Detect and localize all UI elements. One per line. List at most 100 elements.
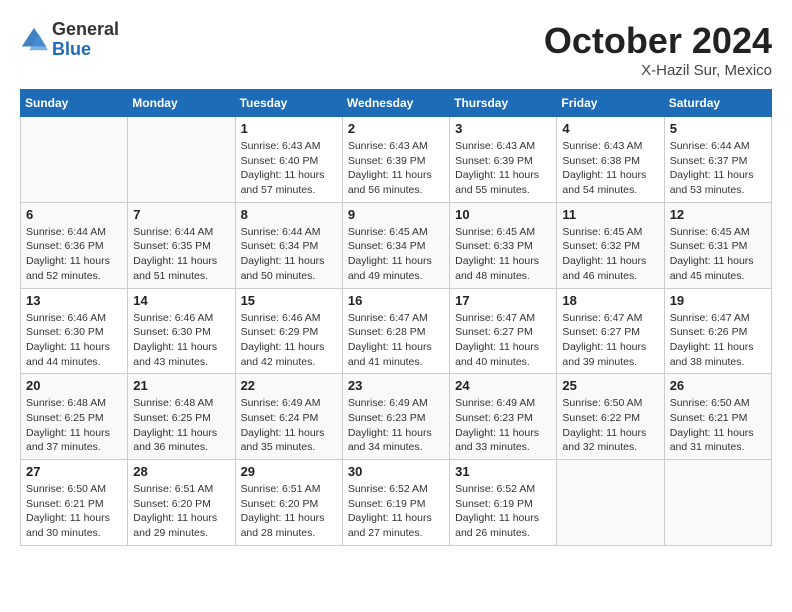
calendar-cell: 3Sunrise: 6:43 AMSunset: 6:39 PMDaylight…: [450, 117, 557, 203]
week-row-2: 6 Sunrise: 6:44 AMSunset: 6:36 PMDaylight…: [21, 202, 772, 288]
cell-content: Sunrise: 6:44 AMSunset: 6:36 PMDaylight:…: [26, 225, 122, 284]
title-block: October 2024 X-Hazil Sur, Mexico: [544, 20, 772, 79]
calendar-cell: 8 Sunrise: 6:44 AMSunset: 6:34 PMDaylight…: [235, 202, 342, 288]
calendar-cell: 28Sunrise: 6:51 AMSunset: 6:20 PMDayligh…: [128, 460, 235, 546]
cell-content: Sunrise: 6:44 AMSunset: 6:34 PMDaylight:…: [241, 225, 337, 284]
day-number: 3: [455, 121, 551, 136]
cell-content: Sunrise: 6:49 AMSunset: 6:23 PMDaylight:…: [348, 396, 444, 455]
day-number: 11: [562, 207, 658, 222]
cell-content: Sunrise: 6:48 AMSunset: 6:25 PMDaylight:…: [26, 396, 122, 455]
cell-content: Sunrise: 6:52 AMSunset: 6:19 PMDaylight:…: [455, 482, 551, 541]
cell-content: Sunrise: 6:45 AMSunset: 6:31 PMDaylight:…: [670, 225, 766, 284]
cell-content: Sunrise: 6:43 AMSunset: 6:39 PMDaylight:…: [348, 139, 444, 198]
day-number: 7: [133, 207, 229, 222]
day-number: 9: [348, 207, 444, 222]
day-number: 2: [348, 121, 444, 136]
day-number: 17: [455, 293, 551, 308]
calendar-cell: 30 Sunrise: 6:52 AMSunset: 6:19 PMDayligh…: [342, 460, 449, 546]
calendar-cell: 15Sunrise: 6:46 AMSunset: 6:29 PMDayligh…: [235, 288, 342, 374]
calendar-cell: 2 Sunrise: 6:43 AMSunset: 6:39 PMDaylight…: [342, 117, 449, 203]
day-header-saturday: Saturday: [664, 90, 771, 117]
calendar-cell: 27 Sunrise: 6:50 AMSunset: 6:21 PMDayligh…: [21, 460, 128, 546]
cell-content: Sunrise: 6:45 AMSunset: 6:34 PMDaylight:…: [348, 225, 444, 284]
cell-content: Sunrise: 6:50 AMSunset: 6:22 PMDaylight:…: [562, 396, 658, 455]
cell-content: Sunrise: 6:51 AMSunset: 6:20 PMDaylight:…: [241, 482, 337, 541]
calendar-cell: 1 Sunrise: 6:43 AMSunset: 6:40 PMDaylight…: [235, 117, 342, 203]
day-number: 26: [670, 378, 766, 393]
day-number: 6: [26, 207, 122, 222]
calendar-cell: 4Sunrise: 6:43 AMSunset: 6:38 PMDaylight…: [557, 117, 664, 203]
week-row-5: 27 Sunrise: 6:50 AMSunset: 6:21 PMDayligh…: [21, 460, 772, 546]
calendar-cell: 9 Sunrise: 6:45 AMSunset: 6:34 PMDaylight…: [342, 202, 449, 288]
calendar-cell: 24 Sunrise: 6:49 AMSunset: 6:23 PMDayligh…: [450, 374, 557, 460]
cell-content: Sunrise: 6:48 AMSunset: 6:25 PMDaylight:…: [133, 396, 229, 455]
day-number: 13: [26, 293, 122, 308]
day-number: 25: [562, 378, 658, 393]
day-number: 27: [26, 464, 122, 479]
calendar-cell: 13 Sunrise: 6:46 AMSunset: 6:30 PMDayligh…: [21, 288, 128, 374]
calendar-cell: 10 Sunrise: 6:45 AMSunset: 6:33 PMDayligh…: [450, 202, 557, 288]
calendar-cell: 31Sunrise: 6:52 AMSunset: 6:19 PMDayligh…: [450, 460, 557, 546]
day-number: 1: [241, 121, 337, 136]
cell-content: Sunrise: 6:47 AMSunset: 6:27 PMDaylight:…: [562, 311, 658, 370]
calendar-cell: [557, 460, 664, 546]
day-number: 14: [133, 293, 229, 308]
logo: General Blue: [20, 20, 119, 60]
day-number: 22: [241, 378, 337, 393]
cell-content: Sunrise: 6:45 AMSunset: 6:32 PMDaylight:…: [562, 225, 658, 284]
week-row-3: 13 Sunrise: 6:46 AMSunset: 6:30 PMDayligh…: [21, 288, 772, 374]
day-number: 8: [241, 207, 337, 222]
day-number: 24: [455, 378, 551, 393]
day-header-friday: Friday: [557, 90, 664, 117]
cell-content: Sunrise: 6:45 AMSunset: 6:33 PMDaylight:…: [455, 225, 551, 284]
cell-content: Sunrise: 6:50 AMSunset: 6:21 PMDaylight:…: [26, 482, 122, 541]
day-number: 18: [562, 293, 658, 308]
day-number: 29: [241, 464, 337, 479]
day-header-wednesday: Wednesday: [342, 90, 449, 117]
week-row-4: 20 Sunrise: 6:48 AMSunset: 6:25 PMDayligh…: [21, 374, 772, 460]
page-header: General Blue October 2024 X-Hazil Sur, M…: [20, 20, 772, 79]
day-header-sunday: Sunday: [21, 90, 128, 117]
cell-content: Sunrise: 6:44 AMSunset: 6:35 PMDaylight:…: [133, 225, 229, 284]
day-number: 30: [348, 464, 444, 479]
day-number: 28: [133, 464, 229, 479]
cell-content: Sunrise: 6:47 AMSunset: 6:27 PMDaylight:…: [455, 311, 551, 370]
cell-content: Sunrise: 6:47 AMSunset: 6:28 PMDaylight:…: [348, 311, 444, 370]
calendar-cell: 26 Sunrise: 6:50 AMSunset: 6:21 PMDayligh…: [664, 374, 771, 460]
logo-general-text: General: [52, 19, 119, 39]
cell-content: Sunrise: 6:46 AMSunset: 6:30 PMDaylight:…: [133, 311, 229, 370]
calendar-cell: 11 Sunrise: 6:45 AMSunset: 6:32 PMDayligh…: [557, 202, 664, 288]
calendar-body: 1 Sunrise: 6:43 AMSunset: 6:40 PMDaylight…: [21, 117, 772, 546]
cell-content: Sunrise: 6:50 AMSunset: 6:21 PMDaylight:…: [670, 396, 766, 455]
cell-content: Sunrise: 6:49 AMSunset: 6:23 PMDaylight:…: [455, 396, 551, 455]
calendar-cell: 22 Sunrise: 6:49 AMSunset: 6:24 PMDayligh…: [235, 374, 342, 460]
day-number: 23: [348, 378, 444, 393]
calendar-cell: 23 Sunrise: 6:49 AMSunset: 6:23 PMDayligh…: [342, 374, 449, 460]
calendar-cell: [664, 460, 771, 546]
calendar-cell: 12 Sunrise: 6:45 AMSunset: 6:31 PMDayligh…: [664, 202, 771, 288]
calendar-cell: 16Sunrise: 6:47 AMSunset: 6:28 PMDayligh…: [342, 288, 449, 374]
cell-content: Sunrise: 6:52 AMSunset: 6:19 PMDaylight:…: [348, 482, 444, 541]
calendar-cell: [21, 117, 128, 203]
cell-content: Sunrise: 6:43 AMSunset: 6:40 PMDaylight:…: [241, 139, 337, 198]
cell-content: Sunrise: 6:46 AMSunset: 6:30 PMDaylight:…: [26, 311, 122, 370]
logo-blue-text: Blue: [52, 39, 91, 59]
cell-content: Sunrise: 6:47 AMSunset: 6:26 PMDaylight:…: [670, 311, 766, 370]
cell-content: Sunrise: 6:43 AMSunset: 6:38 PMDaylight:…: [562, 139, 658, 198]
cell-content: Sunrise: 6:49 AMSunset: 6:24 PMDaylight:…: [241, 396, 337, 455]
week-row-1: 1 Sunrise: 6:43 AMSunset: 6:40 PMDaylight…: [21, 117, 772, 203]
calendar-cell: 7 Sunrise: 6:44 AMSunset: 6:35 PMDaylight…: [128, 202, 235, 288]
day-header-tuesday: Tuesday: [235, 90, 342, 117]
day-number: 19: [670, 293, 766, 308]
calendar-cell: 25 Sunrise: 6:50 AMSunset: 6:22 PMDayligh…: [557, 374, 664, 460]
day-number: 12: [670, 207, 766, 222]
calendar-table: SundayMondayTuesdayWednesdayThursdayFrid…: [20, 89, 772, 546]
day-number: 10: [455, 207, 551, 222]
calendar-cell: 20 Sunrise: 6:48 AMSunset: 6:25 PMDayligh…: [21, 374, 128, 460]
calendar-cell: 29 Sunrise: 6:51 AMSunset: 6:20 PMDayligh…: [235, 460, 342, 546]
calendar-cell: 14 Sunrise: 6:46 AMSunset: 6:30 PMDayligh…: [128, 288, 235, 374]
month-title: October 2024: [544, 20, 772, 62]
calendar-cell: 6 Sunrise: 6:44 AMSunset: 6:36 PMDaylight…: [21, 202, 128, 288]
day-number: 20: [26, 378, 122, 393]
calendar-cell: [128, 117, 235, 203]
